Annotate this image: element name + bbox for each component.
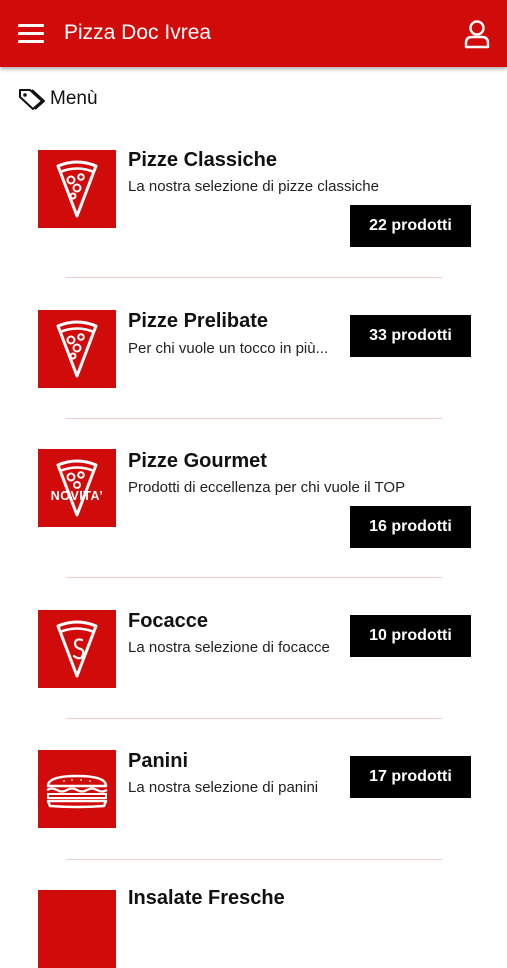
- category-name: Focacce: [128, 610, 209, 632]
- category-description: Prodotti di eccellenza per chi vuole il …: [128, 479, 406, 496]
- category-description: Per chi vuole un tocco in più...: [128, 340, 329, 357]
- app-title: Pizza Doc Ivrea: [64, 21, 212, 44]
- category-name: Insalate Fresche: [128, 887, 285, 909]
- focaccia-slice-icon: [56, 620, 98, 678]
- hamburger-menu-icon[interactable]: [18, 22, 44, 44]
- app-header: Pizza Doc Ivrea: [0, 0, 507, 67]
- category-name: Pizze Gourmet: [128, 450, 267, 472]
- divider: [66, 859, 442, 860]
- pizza-slice-icon: [56, 320, 98, 378]
- product-count-badge: 33 prodotti: [350, 315, 471, 357]
- category-name: Panini: [128, 750, 189, 772]
- category-description: La nostra selezione di focacce: [128, 639, 330, 656]
- category-name: Pizze Classiche: [128, 149, 277, 171]
- category-thumbnail: [38, 310, 116, 388]
- user-icon[interactable]: [462, 19, 492, 49]
- category-description: La nostra selezione di panini: [128, 779, 319, 796]
- new-badge: NOVITA’: [50, 489, 104, 503]
- product-count-badge: 22 prodotti: [350, 205, 471, 247]
- category-thumbnail: [38, 750, 116, 828]
- sandwich-icon: [46, 774, 108, 809]
- product-count-badge: 16 prodotti: [350, 506, 471, 548]
- category-thumbnail: [38, 890, 116, 968]
- category-thumbnail: [38, 150, 116, 228]
- divider: [66, 277, 442, 278]
- category-description: La nostra selezione di pizze classiche: [128, 178, 379, 195]
- divider: [66, 718, 442, 719]
- divider: [66, 418, 442, 419]
- category-thumbnail: [38, 610, 116, 688]
- category-name: Pizze Prelibate: [128, 310, 269, 332]
- category-list: Pizze Classiche La nostra selezione di p…: [0, 0, 507, 968]
- product-count-badge: 10 prodotti: [350, 615, 471, 657]
- divider: [66, 577, 442, 578]
- category-thumbnail: NOVITA’: [38, 449, 116, 527]
- pizza-slice-icon: [56, 459, 98, 517]
- product-count-badge: 17 prodotti: [350, 756, 471, 798]
- pizza-slice-icon: [56, 160, 98, 218]
